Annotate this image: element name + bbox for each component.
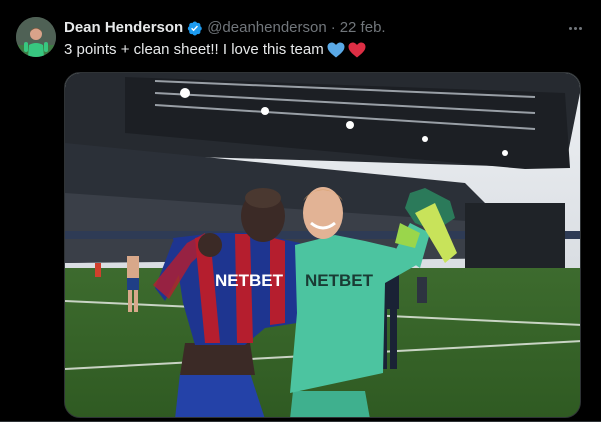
blue-heart-icon <box>327 42 345 58</box>
left-shirt-sponsor: NETBET <box>215 271 284 290</box>
right-shirt-sponsor: NETBET <box>305 271 374 290</box>
tweet[interactable]: Dean Henderson @deanhenderson · 22 feb. … <box>0 0 601 422</box>
author-handle[interactable]: @deanhenderson <box>207 18 327 38</box>
tweet-photo[interactable]: NETBET NETBET <box>64 72 581 418</box>
author-name[interactable]: Dean Henderson <box>64 18 183 38</box>
more-options-icon[interactable] <box>565 18 585 38</box>
tweet-date[interactable]: 22 feb. <box>340 18 386 38</box>
separator-dot: · <box>330 19 336 36</box>
verified-badge-icon <box>188 21 202 35</box>
tweet-text: 3 points + clean sheet!! I love this tea… <box>64 40 366 60</box>
stadium-photo: NETBET NETBET <box>65 73 580 417</box>
tweet-header: Dean Henderson @deanhenderson · 22 feb. <box>64 17 386 39</box>
tweet-text-content: 3 points + clean sheet!! I love this tea… <box>64 41 324 58</box>
avatar[interactable] <box>16 17 56 57</box>
avatar-image <box>16 17 56 57</box>
red-heart-icon <box>348 42 366 58</box>
